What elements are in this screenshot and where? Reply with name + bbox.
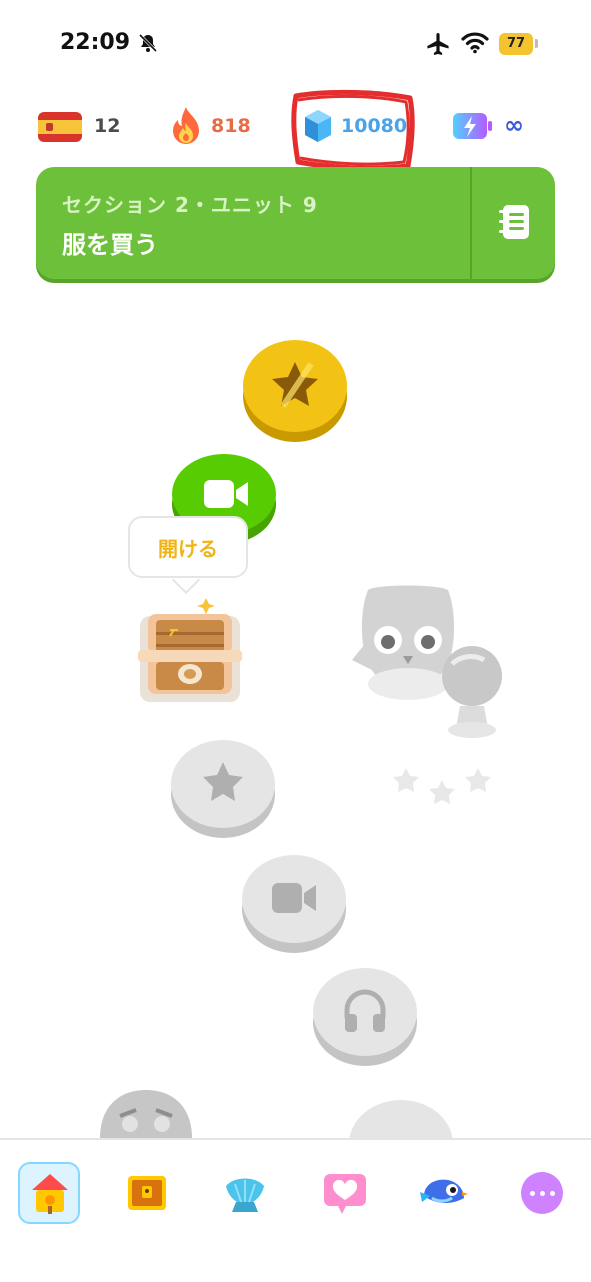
tab-shop[interactable]: [412, 1162, 474, 1224]
bell-muted-icon: [138, 33, 158, 53]
energy-battery-icon[interactable]: [452, 110, 494, 142]
home-icon: [32, 1174, 68, 1214]
unit-title: 服を買う: [62, 231, 158, 259]
tab-leagues[interactable]: [214, 1162, 276, 1224]
tab-more[interactable]: [511, 1162, 573, 1224]
locked-star-node[interactable]: [171, 740, 275, 828]
treasure-chest-icon[interactable]: [134, 592, 246, 704]
tab-hearts[interactable]: [314, 1162, 376, 1224]
video-camera-icon: [272, 883, 316, 913]
airplane-icon: [427, 33, 449, 55]
legendary-star-node[interactable]: [243, 340, 347, 432]
treasure-chest-icon: [128, 1176, 166, 1210]
unit-banner[interactable]: セクション 2・ユニット 9 服を買う: [36, 167, 555, 279]
locked-character-icon: [100, 1090, 192, 1138]
locked-video-node[interactable]: [242, 855, 346, 943]
progress-stars-icon: [393, 768, 491, 804]
bottom-tab-bar: [0, 1138, 591, 1282]
heart-icon: [324, 1174, 366, 1214]
locked-listening-node[interactable]: [313, 968, 417, 1056]
tab-quests[interactable]: [116, 1162, 178, 1224]
unit-section-label: セクション 2・ユニット 9: [62, 193, 318, 217]
shell-icon: [226, 1178, 264, 1212]
language-count: 12: [94, 115, 121, 137]
tab-home[interactable]: [18, 1162, 80, 1224]
streak-count: 818: [211, 115, 251, 137]
owl-crystal-ball-icon: [352, 585, 502, 738]
open-chest-tooltip[interactable]: 開ける: [128, 516, 248, 578]
guidebook-button[interactable]: [472, 167, 555, 279]
energy-infinite: ∞: [504, 111, 524, 139]
battery-indicator: 77: [499, 33, 533, 55]
star-icon: [272, 362, 318, 408]
bird-icon: [420, 1179, 468, 1203]
headphones-icon: [344, 989, 386, 1032]
notebook-icon: [499, 205, 529, 239]
more-icon: [521, 1172, 563, 1214]
status-time: 22:09: [60, 30, 131, 55]
red-highlight-scribble: [291, 89, 415, 171]
video-camera-icon: [204, 480, 248, 508]
wifi-icon: [461, 32, 489, 54]
streak-fire-icon[interactable]: [168, 105, 204, 149]
star-icon: [203, 762, 243, 801]
spanish-flag-icon[interactable]: [38, 112, 82, 142]
battery-tip: [535, 39, 538, 48]
